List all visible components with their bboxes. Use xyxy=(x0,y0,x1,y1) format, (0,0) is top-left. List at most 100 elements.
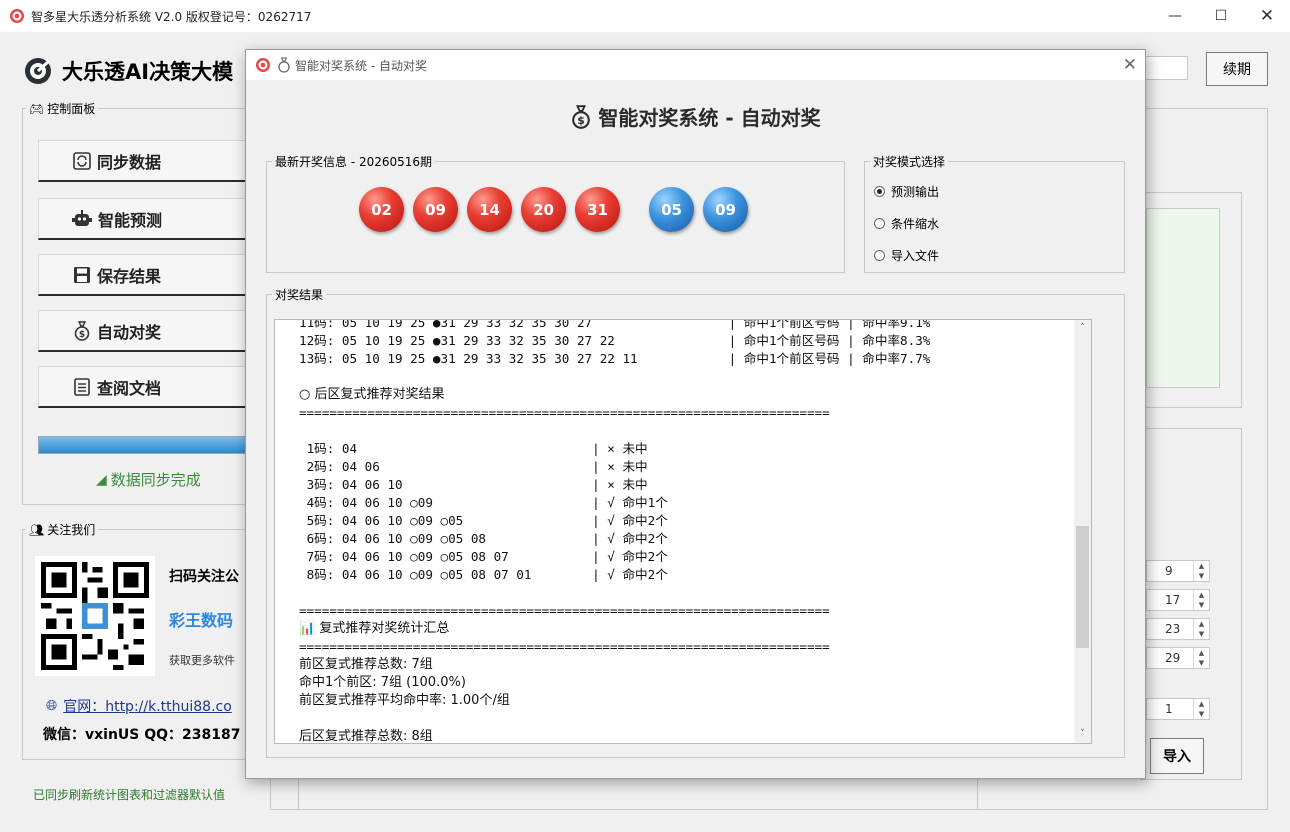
result-line: 2码: 04 06 | × 未中 xyxy=(299,459,648,474)
control-panel-label-text: 控制面板 xyxy=(47,102,96,116)
mode-condition-filter[interactable]: 条件缩水 xyxy=(874,215,939,232)
front-ball-2: 09 xyxy=(413,187,458,232)
mode-predict-output[interactable]: 预测输出 xyxy=(874,183,939,200)
results-scrollbar[interactable]: ˄ ˅ xyxy=(1074,320,1091,743)
result-line: 7码: 04 06 10 ○09 ○05 08 07 | √ 命中2个 xyxy=(299,549,668,564)
spin-box-2-value: 17 xyxy=(1165,593,1181,607)
svg-text:$: $ xyxy=(578,114,586,127)
spin-arrows-icon[interactable]: ▲ ▼ xyxy=(1193,619,1209,639)
result-line: 1码: 04 | × 未中 xyxy=(299,441,648,456)
spin-box-1-value: 9 xyxy=(1165,564,1173,578)
mode-import-file-label: 导入文件 xyxy=(891,249,940,263)
results-textbox[interactable]: 11码: 05 10 19 25 ●31 29 33 32 35 30 27 |… xyxy=(274,319,1092,744)
check-results-label: 对奖结果 xyxy=(272,286,327,303)
result-line: 3码: 04 06 10 | × 未中 xyxy=(299,477,648,492)
svg-text:$: $ xyxy=(79,330,85,340)
chart-scrollbar[interactable] xyxy=(1220,208,1237,404)
result-line: 后区复式推荐总数: 8组 xyxy=(299,729,433,744)
spin-box-4[interactable]: 29 ▲ ▼ xyxy=(1146,647,1210,669)
app-target-icon xyxy=(10,9,24,23)
scroll-thumb[interactable] xyxy=(1076,526,1089,648)
result-line: 12码: 05 10 19 25 ●31 29 33 32 35 30 27 2… xyxy=(299,333,931,348)
radio-button[interactable] xyxy=(874,218,885,229)
spin-arrows-icon[interactable]: ▲ ▼ xyxy=(1193,648,1209,668)
dialog-heading: $ 智能对奖系统 - 自动对奖 xyxy=(246,102,1145,131)
save-icon xyxy=(73,266,90,283)
users-icon: 👥︎ xyxy=(29,522,45,537)
mode-predict-output-label: 预测输出 xyxy=(891,185,940,199)
wifi-icon: ◢ xyxy=(96,471,107,488)
auto-check-button[interactable]: $ 自动对奖 xyxy=(38,310,268,352)
spin-box-2[interactable]: 17 ▲ ▼ xyxy=(1146,589,1210,611)
dialog-titlebar: 智能对奖系统 - 自动对奖 ✕ xyxy=(246,50,1145,80)
radio-button[interactable] xyxy=(874,250,885,261)
bottom-status: 已同步刷新统计图表和过滤器默认值 xyxy=(33,788,226,802)
main-titlebar: 智多星大乐透分析系统 V2.0 版权登记号：0262717 — ☐ ✕ xyxy=(0,0,1290,32)
contact-info: 微信：vxinUS QQ：238187 xyxy=(43,727,241,743)
sync-data-label: 同步数据 xyxy=(96,152,161,172)
globe-icon: 🌐︎ xyxy=(46,698,58,714)
latest-draw-label: 最新开奖信息 - 20260516期 xyxy=(272,153,436,170)
control-panel-label: 🎮︎ 控制面板 xyxy=(26,100,99,117)
qr-code-image xyxy=(41,562,149,670)
spin-arrows-icon[interactable]: ▲ ▼ xyxy=(1193,590,1209,610)
result-line xyxy=(299,584,1091,602)
sync-status-text: 数据同步完成 xyxy=(110,471,201,489)
result-line xyxy=(299,368,1091,386)
bottom-output-panel xyxy=(298,778,978,810)
scroll-up-icon[interactable]: ˄ xyxy=(1074,320,1091,337)
dialog-heading-text: 智能对奖系统 - 自动对奖 xyxy=(598,106,821,130)
result-line: 6码: 04 06 10 ○09 ○05 08 | √ 命中2个 xyxy=(299,531,668,546)
robot-icon xyxy=(71,209,92,226)
front-ball-4: 20 xyxy=(521,187,566,232)
dialog-close-button[interactable]: ✕ xyxy=(1123,55,1137,75)
brand-title: 大乐透AI决策大模 xyxy=(62,60,234,84)
result-line: ========================================… xyxy=(299,603,830,618)
mode-import-file[interactable]: 导入文件 xyxy=(874,247,939,264)
filter-scrollbar[interactable] xyxy=(1220,440,1237,778)
result-line xyxy=(299,422,1091,440)
spin-arrows-icon[interactable]: ▲ ▼ xyxy=(1193,699,1209,719)
follow-label-text: 关注我们 xyxy=(47,523,96,537)
import-button[interactable]: 导入 xyxy=(1150,738,1204,774)
renew-button[interactable]: 续期 xyxy=(1206,52,1268,86)
sync-progress-fill xyxy=(39,437,267,453)
license-input[interactable] xyxy=(1140,56,1188,80)
spin-arrows-icon[interactable]: ▲ ▼ xyxy=(1193,561,1209,581)
money-bag-icon: $ xyxy=(572,104,591,129)
follow-name: 彩王数码 xyxy=(169,611,234,630)
sync-progress-bar xyxy=(38,436,268,454)
result-line: ○ 后区复式推荐对奖结果 xyxy=(299,387,445,402)
view-docs-label: 查阅文档 xyxy=(96,378,161,398)
sync-data-button[interactable]: 同步数据 xyxy=(38,140,268,182)
website-text[interactable]: 官网：http://k.tthui88.co xyxy=(63,696,232,716)
spin-box-3-value: 23 xyxy=(1165,622,1181,636)
scroll-down-icon[interactable]: ˅ xyxy=(1074,726,1091,743)
sync-icon xyxy=(73,151,91,170)
website-link[interactable]: 🌐︎ 官网：http://k.tthui88.co xyxy=(46,696,232,716)
spin-box-4-value: 29 xyxy=(1165,651,1181,665)
result-line: 前区复式推荐平均命中率: 1.00个/组 xyxy=(299,693,510,708)
result-line: 4码: 04 06 10 ○09 | √ 命中1个 xyxy=(299,495,668,510)
minimize-button[interactable]: — xyxy=(1152,0,1198,32)
gamepad-icon: 🎮︎ xyxy=(29,101,45,116)
check-mode-label: 对奖模式选择 xyxy=(870,153,949,170)
target-logo-icon xyxy=(25,58,51,84)
radio-button[interactable] xyxy=(874,186,885,197)
back-ball-1: 05 xyxy=(649,187,694,232)
smart-predict-button[interactable]: 智能预测 xyxy=(38,198,268,240)
close-button[interactable]: ✕ xyxy=(1244,0,1290,32)
main-window-title: 智多星大乐透分析系统 V2.0 版权登记号：0262717 xyxy=(31,9,312,24)
qr-code xyxy=(35,556,155,676)
spin-box-3[interactable]: 23 ▲ ▼ xyxy=(1146,618,1210,640)
results-text: 11码: 05 10 19 25 ●31 29 33 32 35 30 27 |… xyxy=(299,320,1091,744)
auto-check-label: 自动对奖 xyxy=(96,322,161,342)
spin-box-5[interactable]: 1 ▲ ▼ xyxy=(1146,698,1210,720)
save-results-label: 保存结果 xyxy=(96,266,161,286)
view-docs-button[interactable]: 查阅文档 xyxy=(38,366,268,408)
save-results-button[interactable]: 保存结果 xyxy=(38,254,268,296)
mode-condition-filter-label: 条件缩水 xyxy=(891,217,940,231)
maximize-button[interactable]: ☐ xyxy=(1198,0,1244,32)
spin-box-1[interactable]: 9 ▲ ▼ xyxy=(1146,560,1210,582)
front-ball-1: 02 xyxy=(359,187,404,232)
